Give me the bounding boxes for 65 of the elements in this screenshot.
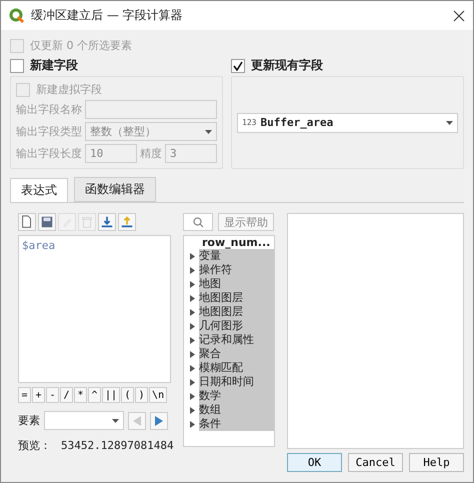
- checkbox[interactable]: [16, 82, 30, 96]
- field-dropdown[interactable]: 123 Buffer_area: [237, 112, 458, 132]
- trash-icon: [80, 215, 94, 229]
- dialog-button[interactable]: Help: [409, 453, 464, 472]
- tree-item[interactable]: 数学: [199, 389, 274, 403]
- field-label: 输出字段名称: [16, 102, 82, 117]
- field-label: 输出字段长度: [16, 146, 82, 161]
- operator-button[interactable]: -: [46, 387, 59, 403]
- field-label: 输出字段类型: [16, 124, 82, 139]
- checkbox-label: 新建虚拟字段: [36, 82, 102, 97]
- operator-button[interactable]: \n: [149, 387, 168, 403]
- next-button[interactable]: [150, 412, 168, 430]
- operator-button[interactable]: ^: [88, 387, 101, 403]
- operator-button[interactable]: ||: [102, 387, 120, 403]
- search-icon: [192, 216, 204, 228]
- tab[interactable]: 函数编辑器: [74, 177, 156, 202]
- export-button[interactable]: [118, 213, 136, 231]
- checkmark-icon: [233, 60, 243, 70]
- tree-item[interactable]: 日期和时间: [199, 375, 274, 389]
- operator-button[interactable]: =: [18, 387, 31, 403]
- tree-item[interactable]: 地图图层: [199, 305, 274, 319]
- tree-item[interactable]: 地图: [199, 277, 274, 291]
- tree-item[interactable]: 模糊匹配: [199, 361, 274, 375]
- checkbox[interactable]: [231, 58, 245, 72]
- right-triangle-icon: [154, 414, 164, 426]
- feature-label: 要素: [18, 413, 40, 428]
- tab[interactable]: 表达式: [10, 178, 68, 202]
- operator-button[interactable]: *: [74, 387, 87, 403]
- dialog-button[interactable]: OK: [287, 453, 342, 472]
- caret-icon: [205, 130, 212, 134]
- operator-button[interactable]: +: [32, 387, 45, 403]
- name-field[interactable]: [85, 100, 217, 119]
- operator-button[interactable]: /: [60, 387, 73, 403]
- save-button[interactable]: [38, 213, 56, 231]
- window-title: 缓冲区建立后 — 字段计算器: [31, 7, 184, 24]
- tree-item[interactable]: 聚合: [199, 347, 274, 361]
- tree-item[interactable]: 变量: [199, 249, 274, 263]
- tree-item[interactable]: 操作符: [199, 263, 274, 277]
- caret-icon: [446, 120, 453, 124]
- checkbox-label: 仅更新 0 个所选要素: [30, 38, 132, 53]
- app-logo-icon: [9, 8, 25, 24]
- section-label: 更新现有字段: [251, 57, 323, 74]
- import-button[interactable]: [98, 213, 116, 231]
- tree-item[interactable]: 记录和属性: [199, 333, 274, 347]
- checkbox[interactable]: [10, 58, 24, 72]
- tree-item[interactable]: 地图图层: [199, 291, 274, 305]
- tree-item[interactable]: 条件: [199, 417, 274, 431]
- operator-button[interactable]: ): [135, 387, 148, 403]
- preview-label: 预览：: [18, 438, 51, 453]
- tree-item[interactable]: 数组: [199, 403, 274, 417]
- page-icon: [20, 215, 34, 229]
- expression-editor[interactable]: $area: [18, 235, 171, 383]
- tree-item[interactable]: 几何图形: [199, 319, 274, 333]
- close-icon[interactable]: [453, 10, 465, 22]
- field-label: 精度: [140, 146, 162, 161]
- new-button[interactable]: [18, 213, 36, 231]
- search-field[interactable]: [183, 213, 213, 231]
- caret-icon: [112, 418, 119, 422]
- dialog-button[interactable]: Cancel: [348, 453, 403, 472]
- preview-value: 53452.12897081484: [61, 439, 174, 452]
- download-icon: [100, 215, 114, 229]
- section-label: 新建字段: [30, 57, 78, 74]
- left-triangle-icon: [132, 414, 142, 426]
- operator-button[interactable]: (: [121, 387, 134, 403]
- upload-icon: [120, 215, 134, 229]
